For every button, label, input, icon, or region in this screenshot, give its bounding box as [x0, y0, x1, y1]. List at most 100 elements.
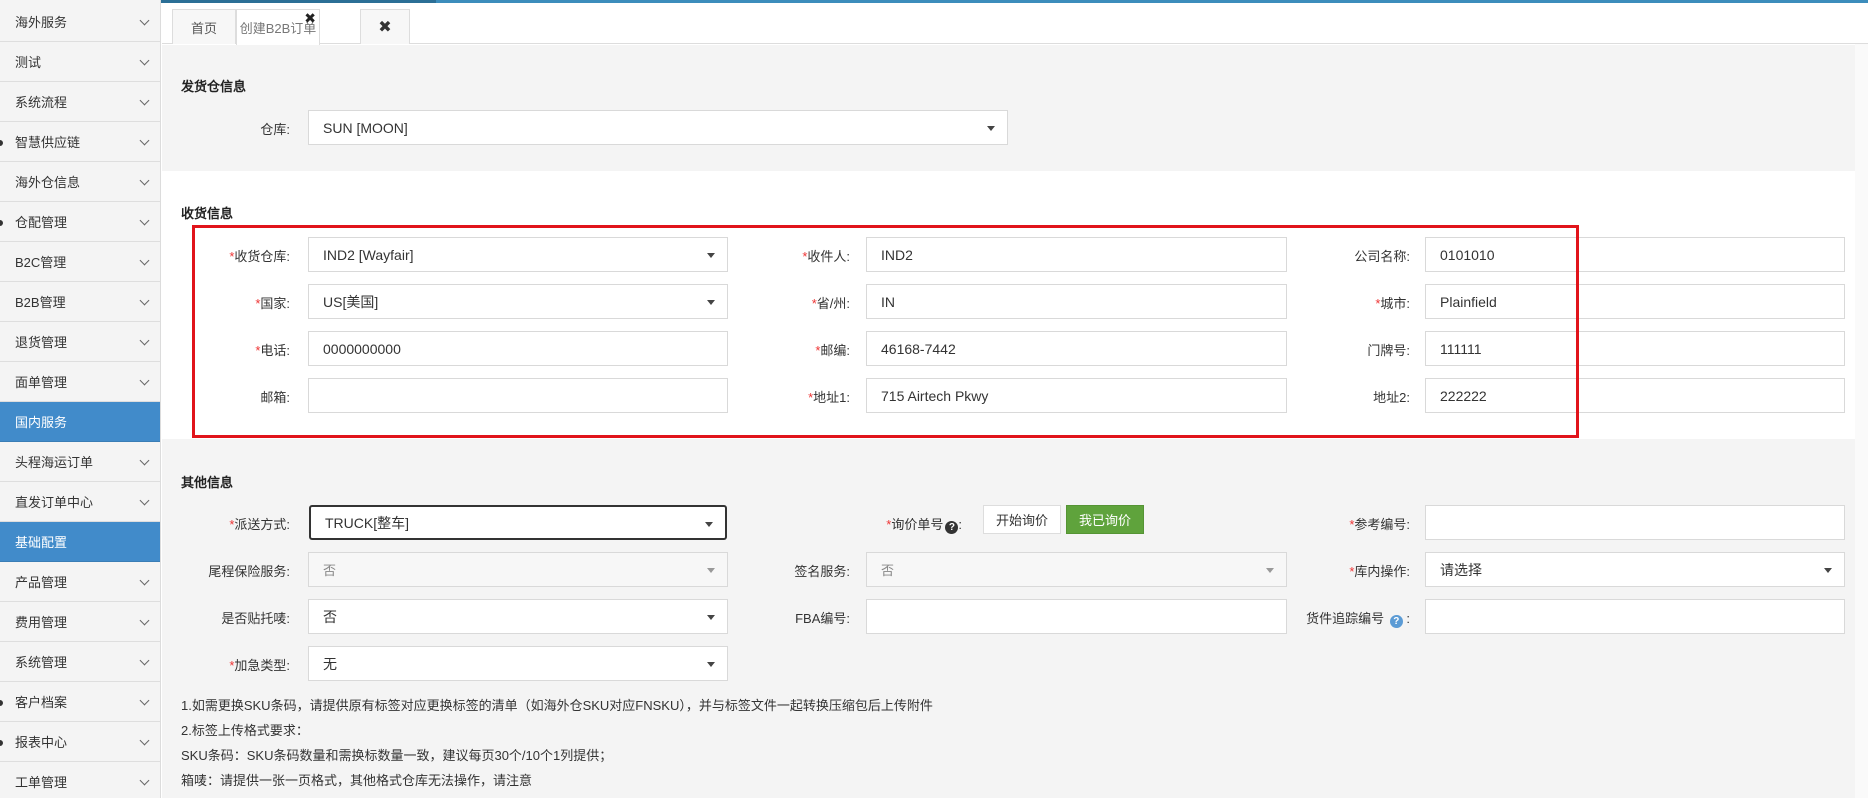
tab-create-b2b-order[interactable]: 创建B2B订单 ✖: [236, 9, 320, 45]
sidebar-item-first-leg-sea[interactable]: 头程海运订单: [0, 442, 160, 482]
chevron-down-icon: [139, 55, 150, 66]
close-tab-icon[interactable]: ✖: [304, 10, 316, 27]
fba-input[interactable]: [866, 599, 1287, 634]
close-icon: ✖: [378, 19, 392, 36]
chevron-down-icon: [139, 455, 150, 466]
bullet-icon: [0, 700, 3, 706]
chevron-down-icon: [139, 175, 150, 186]
sidebar-item-overseas-warehouse-info[interactable]: 海外仓信息: [0, 162, 160, 202]
sidebar-item-fees[interactable]: 费用管理: [0, 602, 160, 642]
warehouse-select-value: SUN [MOON]: [323, 119, 408, 136]
receive-section-title: 收货信息: [181, 206, 234, 221]
sidebar-item-overseas-service[interactable]: 海外服务: [0, 2, 160, 42]
sidebar-item-label: 海外仓信息: [15, 175, 81, 190]
tail-insurance-select[interactable]: 否: [308, 552, 728, 587]
warehouse-op-select[interactable]: 请选择: [1425, 552, 1845, 587]
chevron-down-icon: [139, 735, 150, 746]
caret-down-icon: [705, 522, 713, 527]
sidebar-item-label: 费用管理: [15, 615, 68, 630]
tab-home[interactable]: 首页: [172, 9, 236, 44]
start-inquiry-button[interactable]: 开始询价: [983, 505, 1061, 534]
tracking-input[interactable]: [1425, 599, 1845, 634]
chevron-down-icon: [139, 15, 150, 26]
sidebar-item-reports[interactable]: 报表中心: [0, 722, 160, 762]
sidebar-item-label: 仓配管理: [15, 215, 68, 230]
sidebar-item-label: 工单管理: [15, 775, 68, 790]
chevron-down-icon: [139, 375, 150, 386]
sidebar-item-customers[interactable]: 客户档案: [0, 682, 160, 722]
tab-bar: 首页 创建B2B订单 ✖ ✖: [162, 6, 1868, 45]
note-line: SKU条码：SKU条码数量和需换标数量一致，建议每页30个/10个1列提供；: [181, 748, 613, 763]
note-line: 箱唛：请提供一张一页格式，其他格式仓库无法操作，请注意: [181, 773, 533, 788]
caret-down-icon: [707, 568, 715, 573]
sidebar-item-system-flow[interactable]: 系统流程: [0, 82, 160, 122]
pallet-label-label: 是否贴托唛:: [221, 611, 290, 626]
tail-insurance-value: 否: [323, 563, 337, 578]
sidebar-item-label: B2C管理: [15, 255, 67, 270]
chevron-down-icon: [139, 95, 150, 106]
bullet-icon: [0, 140, 3, 146]
chevron-down-icon: [139, 215, 150, 226]
caret-down-icon: [707, 662, 715, 667]
sidebar-item-b2c[interactable]: B2C管理: [0, 242, 160, 282]
delivery-method-select[interactable]: TRUCK[整车]: [309, 505, 727, 540]
sidebar-item-domestic-service[interactable]: 国内服务: [0, 402, 160, 442]
label-text: 询价单号: [891, 517, 944, 532]
sidebar-item-label: B2B管理: [15, 295, 66, 310]
sidebar-item-labels[interactable]: 面单管理: [0, 362, 160, 402]
chevron-down-icon: [139, 655, 150, 666]
delivery-method-value: TRUCK[整车]: [325, 514, 409, 531]
sidebar-item-label: 海外服务: [15, 15, 68, 30]
urgent-value: 无: [323, 655, 337, 672]
scrollbar[interactable]: [1855, 44, 1868, 798]
tail-insurance-label: 尾程保险服务:: [208, 564, 290, 579]
pallet-label-value: 否: [323, 608, 337, 625]
signature-select[interactable]: 否: [866, 552, 1287, 587]
sidebar: 海外服务 测试 系统流程 智慧供应链 海外仓信息 仓配管理 B2C管理 B2B管…: [0, 0, 161, 798]
label-text: 货件追踪编号: [1306, 611, 1385, 626]
help-icon[interactable]: ?: [1389, 615, 1403, 628]
warehouse-select[interactable]: SUN [MOON]: [308, 110, 1008, 145]
label-text: 派送方式:: [234, 517, 290, 532]
inquired-button[interactable]: 我已询价: [1066, 505, 1144, 534]
sidebar-item-products[interactable]: 产品管理: [0, 562, 160, 602]
sidebar-item-label: 基础配置: [15, 535, 68, 550]
sidebar-item-system-admin[interactable]: 系统管理: [0, 642, 160, 682]
start-inquiry-label: 开始询价: [995, 513, 1048, 528]
sidebar-item-smart-supply-chain[interactable]: 智慧供应链: [0, 122, 160, 162]
help-icon[interactable]: ?: [945, 521, 959, 534]
sidebar-item-direct-orders[interactable]: 直发订单中心: [0, 482, 160, 522]
note-line: 1.如需更换SKU条码，请提供原有标签对应更换标签的清单（如海外仓SKU对应FN…: [181, 698, 933, 713]
fba-label: FBA编号:: [795, 611, 850, 626]
bullet-icon: [0, 220, 3, 226]
chevron-down-icon: [139, 295, 150, 306]
sidebar-item-base-config[interactable]: 基础配置: [0, 522, 160, 562]
sidebar-item-label: 客户档案: [15, 695, 68, 710]
urgent-select[interactable]: 无: [308, 646, 728, 681]
other-section-title: 其他信息: [181, 475, 234, 490]
warehouse-label: 仓库:: [260, 122, 290, 137]
label-colon: :: [958, 517, 962, 532]
sidebar-item-label: 系统管理: [15, 655, 68, 670]
label-text: 加急类型:: [234, 658, 290, 673]
sidebar-item-returns[interactable]: 退货管理: [0, 322, 160, 362]
tab-home-label: 首页: [190, 20, 217, 36]
sidebar-item-label: 退货管理: [15, 335, 68, 350]
tracking-label: 货件追踪编号 ? :: [1280, 608, 1410, 628]
warehouse-op-value: 请选择: [1440, 561, 1482, 578]
sidebar-item-warehouse-distribution[interactable]: 仓配管理: [0, 202, 160, 242]
chevron-down-icon: [139, 495, 150, 506]
reference-input[interactable]: [1425, 505, 1845, 540]
highlight-box: [192, 225, 1579, 438]
ship-section: [162, 45, 1868, 171]
sidebar-item-label: 智慧供应链: [15, 135, 81, 150]
pallet-label-select[interactable]: 否: [308, 599, 728, 634]
close-all-tabs-button[interactable]: ✖: [360, 9, 410, 44]
signature-label: 签名服务:: [794, 564, 850, 579]
sidebar-item-b2b[interactable]: B2B管理: [0, 282, 160, 322]
chevron-down-icon: [139, 575, 150, 586]
sidebar-item-label: 国内服务: [15, 415, 68, 430]
caret-down-icon: [1266, 568, 1274, 573]
sidebar-item-test[interactable]: 测试: [0, 42, 160, 82]
sidebar-item-tickets[interactable]: 工单管理: [0, 762, 160, 798]
